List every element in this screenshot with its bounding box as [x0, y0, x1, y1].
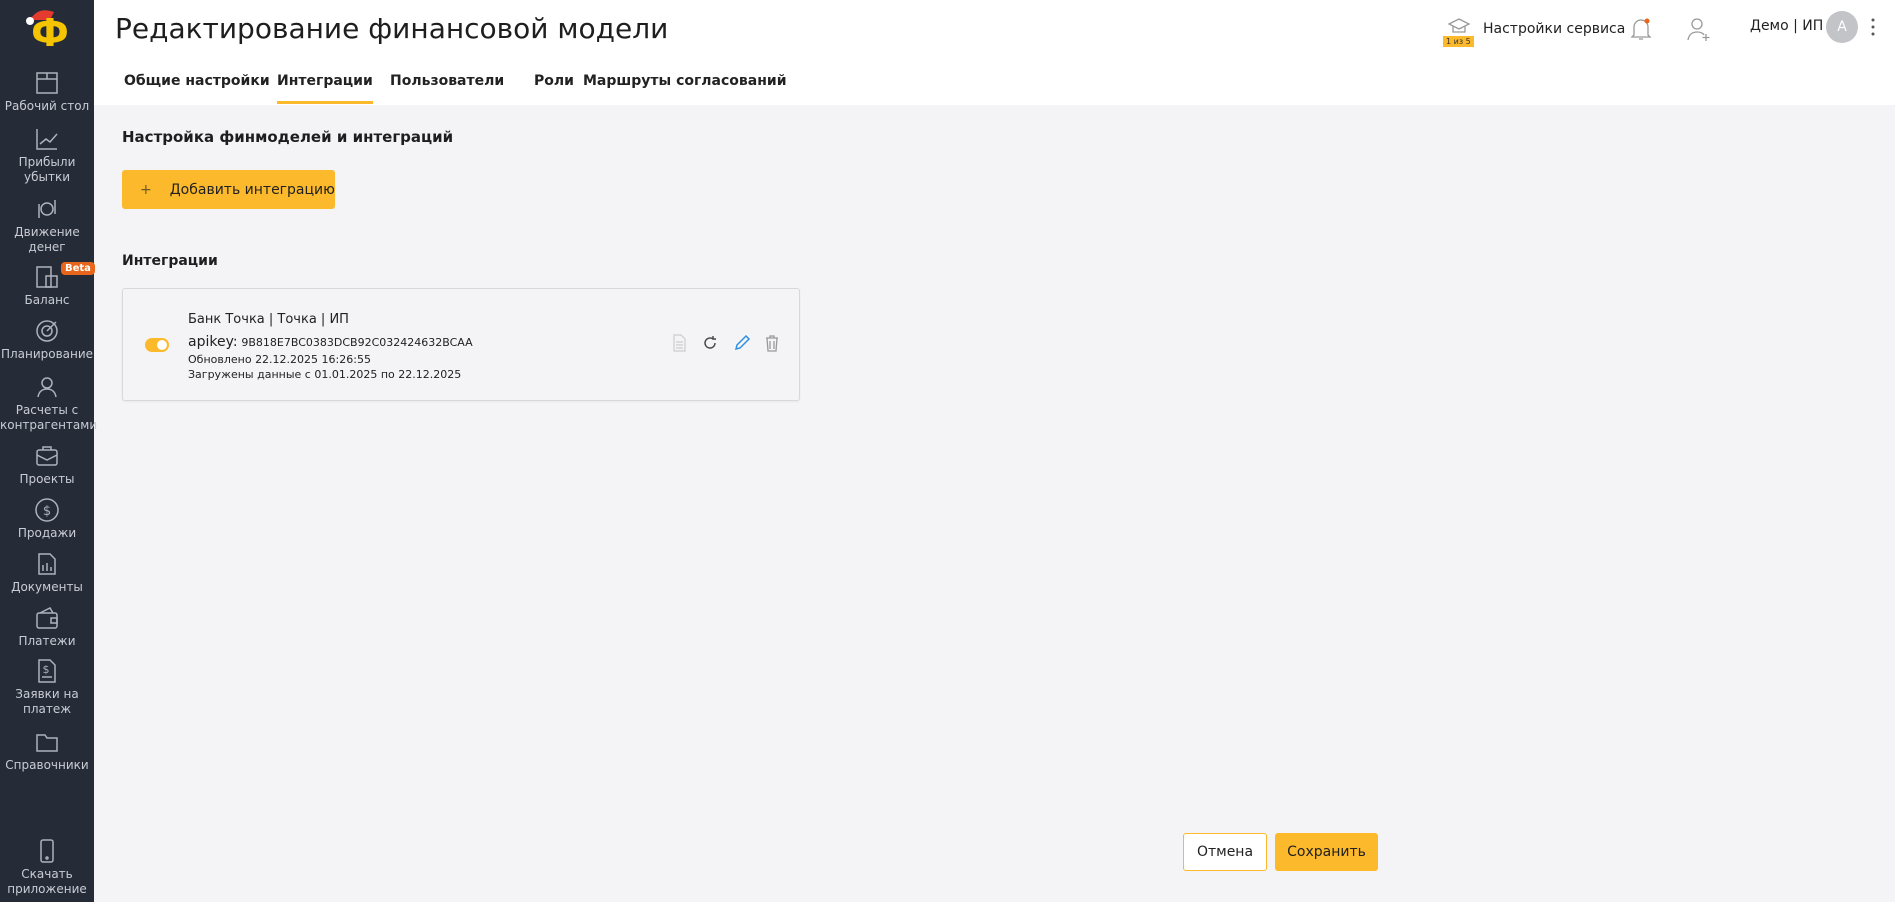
sidebar-item-planning[interactable]: Планирование [0, 318, 94, 362]
svg-text:$: $ [43, 663, 50, 676]
cancel-button[interactable]: Отмена [1183, 833, 1267, 871]
briefcase-icon [36, 446, 58, 466]
updated-text: Обновлено 22.12.2025 16:26:55 [188, 353, 371, 366]
phone-icon [40, 839, 54, 863]
tab-integrations[interactable]: Интеграции [277, 73, 373, 104]
sidebar-item-payments[interactable]: Платежи [0, 605, 94, 649]
onboarding-badge: 1 из 5 [1443, 36, 1474, 47]
svg-text:$: $ [43, 504, 51, 519]
download-app-button[interactable]: Скачать приложение [0, 838, 94, 897]
sidebar-item-payment-requests[interactable]: $ Заявки на платеж [0, 658, 94, 717]
integration-name: Банк Точка | Точка | ИП [188, 312, 349, 327]
refresh-icon[interactable] [701, 334, 719, 352]
document-chart-icon [38, 553, 56, 575]
money-flow-icon [38, 200, 56, 218]
folder-icon [36, 734, 58, 752]
calculator-icon [36, 266, 58, 288]
more-vertical-icon[interactable] [1868, 17, 1878, 37]
dollar-circle-icon: $ [35, 498, 59, 522]
trash-icon[interactable] [763, 334, 781, 352]
tab-users[interactable]: Пользователи [390, 73, 504, 89]
tab-roles[interactable]: Роли [534, 73, 574, 89]
sidebar-item-dashboard[interactable]: Рабочий стол [0, 70, 94, 114]
beta-badge: Beta [61, 262, 95, 275]
sidebar-item-cashflow[interactable]: Движение денег [0, 196, 94, 255]
tab-general-settings[interactable]: Общие настройки [124, 73, 270, 89]
wallet-icon [36, 607, 58, 629]
save-button[interactable]: Сохранить [1275, 833, 1378, 871]
graduation-cap-icon[interactable] [1447, 16, 1471, 38]
svg-text:Ф: Ф [31, 11, 69, 50]
tab-approval-routes[interactable]: Маршруты согласований [583, 73, 787, 89]
sidebar-item-projects[interactable]: Проекты [0, 443, 94, 487]
integration-toggle[interactable] [145, 338, 169, 352]
add-integration-button[interactable]: + Добавить интеграцию [122, 170, 335, 209]
page-title: Редактирование финансовой модели [115, 12, 669, 45]
users-icon [37, 377, 57, 398]
sidebar-item-directories[interactable]: Справочники [0, 729, 94, 773]
edit-pencil-icon[interactable] [733, 334, 751, 352]
loaded-range-text: Загружены данные с 01.01.2025 по 22.12.2… [188, 368, 462, 381]
bell-icon[interactable] [1630, 16, 1652, 42]
dashboard-icon [36, 72, 58, 94]
account-name[interactable]: Демо | ИП [1750, 18, 1823, 34]
add-user-icon[interactable] [1686, 16, 1712, 42]
avatar[interactable]: A [1826, 11, 1858, 43]
apikey-label: apikey: [188, 334, 238, 350]
integrations-title: Интеграции [122, 253, 218, 269]
sidebar: Ф Рабочий стол Прибыли убытки Движение д… [0, 0, 97, 902]
apikey-value: 9B818E7BC0383DCB92C032424632BCAA [241, 336, 473, 349]
section-title: Настройка финмоделей и интеграций [122, 128, 454, 146]
sidebar-item-sales[interactable]: $ Продажи [0, 497, 94, 541]
invoice-icon: $ [38, 659, 56, 683]
target-icon [36, 320, 58, 342]
integration-card: Банк Точка | Точка | ИП apikey: 9B818E7B… [122, 288, 800, 401]
plus-icon: + [140, 181, 152, 198]
service-settings-link[interactable]: Настройки сервиса [1483, 21, 1625, 37]
document-icon[interactable] [670, 334, 688, 352]
logo-icon[interactable]: Ф [20, 6, 74, 50]
sidebar-item-counterparties[interactable]: Расчеты с контрагентами [0, 374, 97, 433]
chart-growth-icon [36, 129, 58, 150]
sidebar-item-pnl[interactable]: Прибыли убытки [0, 126, 94, 185]
sidebar-item-documents[interactable]: Документы [0, 551, 94, 595]
